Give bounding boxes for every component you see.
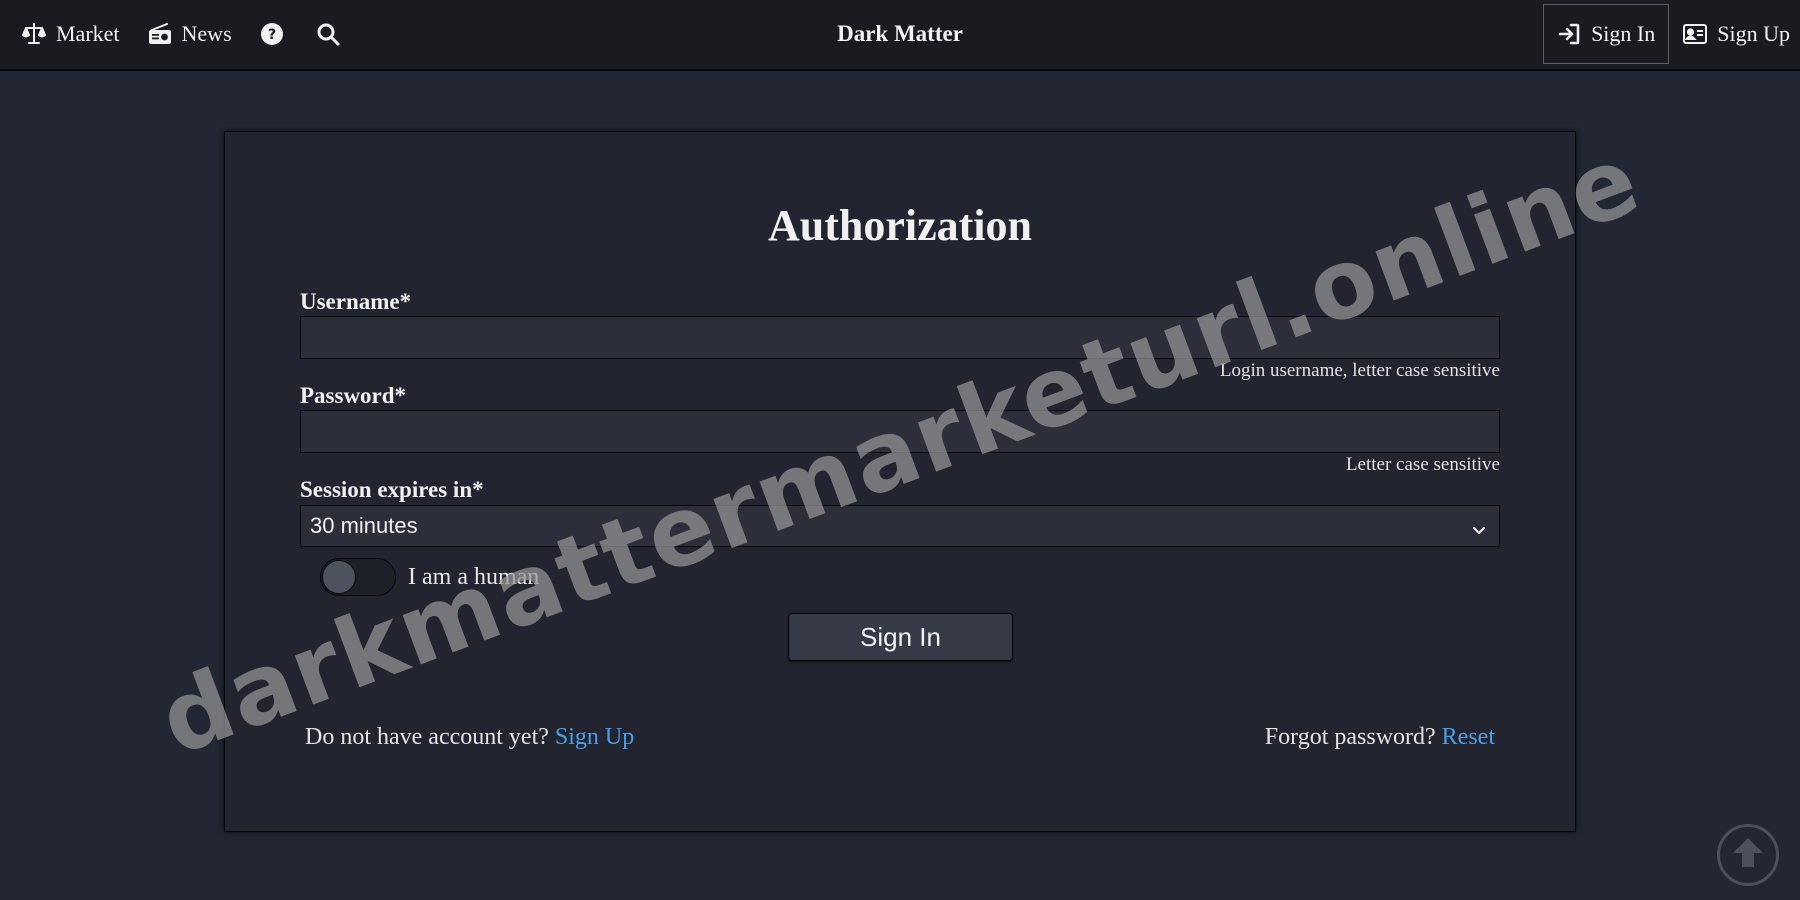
username-label: Username* bbox=[300, 289, 412, 314]
nav-market-label: Market bbox=[56, 20, 120, 46]
toggle-knob bbox=[322, 560, 356, 594]
password-label: Password* bbox=[300, 383, 407, 408]
scroll-to-top-button[interactable] bbox=[1717, 824, 1779, 886]
top-navbar: Market News ? Dark Matter Sign In Sign U… bbox=[0, 0, 1800, 71]
sign-in-submit-button[interactable]: Sign In bbox=[788, 613, 1013, 661]
svg-text:?: ? bbox=[268, 27, 276, 43]
session-label: Session expires in* bbox=[300, 477, 484, 502]
reset-link[interactable]: Reset bbox=[1442, 724, 1495, 750]
arrow-up-circle-icon bbox=[1730, 835, 1766, 876]
scale-icon bbox=[22, 22, 46, 46]
nav-news-link[interactable]: News bbox=[148, 21, 232, 47]
nav-sign-in-label: Sign In bbox=[1591, 20, 1656, 46]
password-input[interactable] bbox=[300, 410, 1500, 453]
forgot-password-prompt: Forgot password? Reset bbox=[1265, 724, 1495, 751]
help-circle-icon: ? bbox=[260, 22, 284, 46]
nav-sign-in-button[interactable]: Sign In bbox=[1543, 3, 1670, 64]
nav-right-group: Sign In Sign Up bbox=[1543, 0, 1800, 67]
username-input[interactable] bbox=[300, 316, 1500, 359]
chevron-down-icon bbox=[1471, 518, 1487, 544]
nav-left-group: Market News ? bbox=[22, 0, 372, 67]
no-account-prompt: Do not have account yet? Sign Up bbox=[305, 724, 634, 751]
nav-news-label: News bbox=[181, 20, 232, 46]
id-card-icon bbox=[1683, 23, 1708, 45]
human-toggle-switch[interactable] bbox=[320, 558, 396, 596]
nav-sign-up-label: Sign Up bbox=[1717, 20, 1790, 46]
forgot-text: Forgot password? bbox=[1264, 724, 1442, 750]
password-help-text: Letter case sensitive bbox=[1345, 454, 1500, 475]
human-toggle-label: I am a human bbox=[408, 563, 540, 590]
search-icon bbox=[316, 22, 340, 46]
no-account-text: Do not have account yet? bbox=[305, 724, 555, 750]
nav-sign-up-button[interactable]: Sign Up bbox=[1683, 21, 1790, 47]
session-selected-value: 30 minutes bbox=[310, 513, 418, 538]
radio-icon bbox=[148, 22, 172, 45]
session-select[interactable]: 30 minutes bbox=[300, 505, 1500, 547]
nav-search-button[interactable] bbox=[316, 22, 340, 46]
nav-market-link[interactable]: Market bbox=[22, 21, 120, 47]
username-help-text: Login username, letter case sensitive bbox=[1219, 360, 1500, 381]
sign-up-link[interactable]: Sign Up bbox=[555, 724, 634, 750]
page-title: Authorization bbox=[768, 201, 1032, 250]
human-check: I am a human bbox=[320, 558, 539, 596]
sign-in-icon bbox=[1557, 22, 1581, 46]
nav-help-button[interactable]: ? bbox=[260, 22, 284, 46]
